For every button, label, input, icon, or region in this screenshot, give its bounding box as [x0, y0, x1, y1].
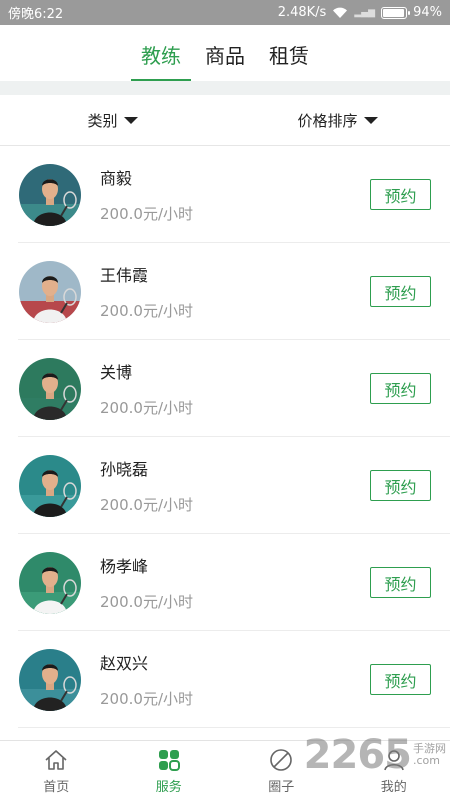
- book-button[interactable]: 预约: [370, 470, 431, 501]
- coach-avatar: [19, 163, 81, 226]
- filter-bar: 类别 价格排序: [0, 95, 450, 146]
- status-time: 傍晚6:22: [8, 7, 64, 22]
- grid-icon: [156, 747, 182, 773]
- status-bar: 傍晚6:22 2.48K/s ▂▄▆ 94%: [0, 0, 450, 25]
- nav-service-label: 服务: [155, 779, 182, 795]
- category-filter[interactable]: 类别: [0, 110, 225, 131]
- tab-goods[interactable]: 商品: [193, 40, 257, 81]
- book-button[interactable]: 预约: [370, 664, 431, 695]
- watermark-line2: .com: [413, 754, 440, 767]
- caret-down-icon: [363, 116, 378, 124]
- coach-price: 200.0元/小时: [100, 496, 193, 514]
- coach-name: 王伟霞: [100, 266, 149, 285]
- nav-circle-label: 圈子: [268, 779, 295, 795]
- book-button[interactable]: 预约: [370, 179, 431, 210]
- coach-info: 王伟霞 200.0元/小时: [100, 262, 370, 321]
- book-button[interactable]: 预约: [370, 567, 431, 598]
- book-button[interactable]: 预约: [370, 373, 431, 404]
- circle-slash-icon: [268, 747, 294, 773]
- coach-row[interactable]: 赵双兴 200.0元/小时 预约: [0, 631, 450, 728]
- coach-avatar: [19, 648, 81, 711]
- book-button[interactable]: 预约: [370, 276, 431, 307]
- coach-avatar: [19, 454, 81, 517]
- status-indicators: 2.48K/s ▂▄▆ 94%: [278, 5, 442, 20]
- coach-name: 商毅: [100, 169, 133, 188]
- coach-row[interactable]: 关博 200.0元/小时 预约: [0, 340, 450, 437]
- coach-price: 200.0元/小时: [100, 399, 193, 417]
- coach-row[interactable]: 商毅 200.0元/小时 预约: [0, 146, 450, 243]
- tab-coach[interactable]: 教练: [129, 40, 193, 81]
- price-sort-filter[interactable]: 价格排序: [225, 110, 450, 131]
- network-speed: 2.48K/s: [277, 5, 327, 20]
- coach-avatar: [19, 260, 81, 323]
- coach-price: 200.0元/小时: [100, 690, 193, 708]
- nav-service[interactable]: 服务: [113, 741, 226, 800]
- section-divider: [0, 81, 450, 95]
- coach-avatar: [19, 551, 81, 614]
- category-filter-label: 类别: [87, 111, 118, 130]
- watermark: 2265 手游网 .com: [304, 732, 446, 778]
- caret-down-icon: [123, 116, 138, 124]
- coach-list: 商毅 200.0元/小时 预约 王伟霞 200.0元/小时 预约 关博 200.0元/小时 预约…: [0, 146, 450, 728]
- watermark-number: 2265: [303, 732, 412, 778]
- battery-icon: [381, 6, 411, 19]
- nav-mine-label: 我的: [380, 779, 407, 795]
- coach-row[interactable]: 王伟霞 200.0元/小时 预约: [0, 243, 450, 340]
- coach-row[interactable]: 孙晓磊 200.0元/小时 预约: [0, 437, 450, 534]
- signal-icon: ▂▄▆: [354, 7, 376, 18]
- coach-name: 孙晓磊: [100, 460, 149, 479]
- wifi-icon: [332, 7, 348, 19]
- watermark-text: 手游网 .com: [413, 742, 446, 767]
- coach-name: 赵双兴: [100, 654, 149, 673]
- coach-avatar: [19, 357, 81, 420]
- price-sort-label: 价格排序: [297, 111, 358, 130]
- home-icon: [43, 747, 69, 773]
- coach-info: 关博 200.0元/小时: [100, 359, 370, 418]
- coach-price: 200.0元/小时: [100, 205, 193, 223]
- coach-info: 赵双兴 200.0元/小时: [100, 650, 370, 709]
- coach-name: 杨孝峰: [100, 557, 149, 576]
- coach-info: 孙晓磊 200.0元/小时: [100, 456, 370, 515]
- coach-info: 商毅 200.0元/小时: [100, 165, 370, 224]
- coach-row[interactable]: 杨孝峰 200.0元/小时 预约: [0, 534, 450, 631]
- coach-name: 关博: [100, 363, 133, 382]
- coach-info: 杨孝峰 200.0元/小时: [100, 553, 370, 612]
- nav-home[interactable]: 首页: [0, 741, 113, 800]
- nav-home-label: 首页: [43, 779, 70, 795]
- coach-price: 200.0元/小时: [100, 593, 193, 611]
- tab-rental[interactable]: 租赁: [257, 40, 321, 81]
- battery-percent: 94%: [413, 5, 442, 20]
- coach-price: 200.0元/小时: [100, 302, 193, 320]
- top-tabs: 教练 商品 租赁: [0, 25, 450, 81]
